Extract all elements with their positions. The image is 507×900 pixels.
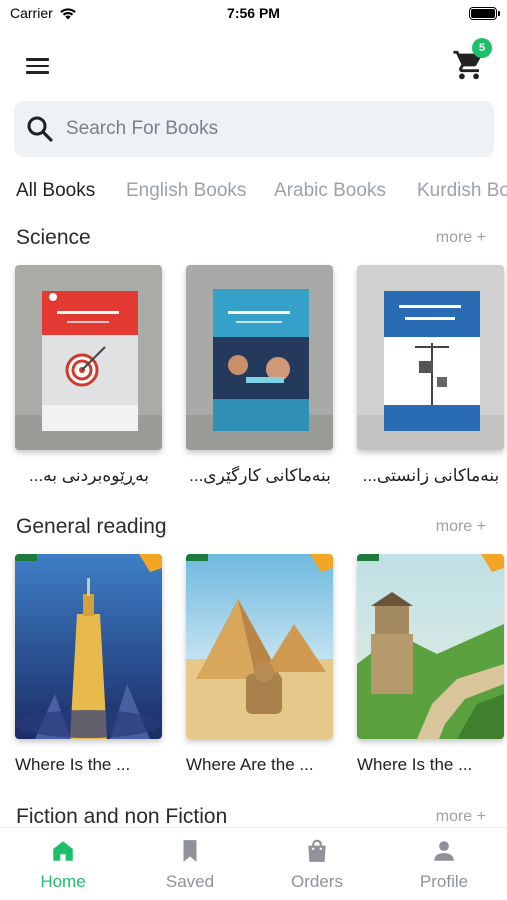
search-icon	[27, 116, 53, 142]
search-input[interactable]	[66, 113, 476, 145]
section-header-general-reading: General reading more +	[0, 515, 507, 545]
status-bar: Carrier 7:56 PM	[0, 0, 507, 30]
nav-profile[interactable]: Profile	[381, 828, 507, 900]
book-cover	[186, 265, 333, 450]
nav-label: Home	[40, 872, 86, 891]
bookmark-icon	[183, 840, 197, 862]
nav-label: Profile	[419, 872, 469, 891]
category-tabs: All Books English Books Arabic Books Kur…	[0, 177, 507, 209]
nav-label: Saved	[165, 872, 215, 891]
menu-icon[interactable]	[26, 54, 52, 76]
book-card[interactable]: Where Is the ...	[357, 554, 505, 775]
book-cover	[186, 554, 333, 739]
section-title: Science	[16, 226, 91, 249]
tab-english-books[interactable]: English Books	[126, 180, 246, 202]
tab-kurdish-books[interactable]: Kurdish Books	[417, 180, 507, 202]
book-title: بنەماکانی کارگێری...	[189, 466, 331, 485]
book-cover	[357, 265, 504, 450]
book-card[interactable]: بنەماکانی کارگێری...	[186, 265, 334, 486]
book-title: Where Are the ...	[186, 755, 314, 774]
more-button[interactable]: more +	[436, 518, 486, 536]
person-icon	[434, 841, 454, 861]
nav-saved[interactable]: Saved	[127, 828, 253, 900]
top-bar	[0, 42, 507, 88]
book-title: Where Is the ...	[15, 755, 131, 774]
book-card[interactable]: Where Are the ...	[186, 554, 334, 775]
tab-arabic-books[interactable]: Arabic Books	[274, 180, 386, 202]
search-bar[interactable]	[14, 101, 494, 157]
section-title: Fiction and non Fiction	[16, 805, 228, 828]
tab-all-books[interactable]: All Books	[16, 180, 95, 202]
nav-orders[interactable]: Orders	[254, 828, 380, 900]
book-title: بەڕێوەبردنی بە...	[29, 466, 149, 485]
bottom-navigation: Home Saved Orders Profile	[0, 827, 507, 900]
book-cover	[357, 554, 504, 739]
more-button[interactable]: more +	[436, 229, 486, 247]
book-title: بنەماکانی زانستی...	[362, 466, 500, 485]
book-row-general-reading: Where Is the ... Where Are the ... Where…	[0, 554, 507, 784]
book-card[interactable]: بنەماکانی زانستی...	[357, 265, 505, 486]
more-button[interactable]: more +	[436, 808, 486, 826]
book-card[interactable]: Where Is the ...	[15, 554, 163, 775]
nav-home[interactable]: Home	[0, 828, 126, 900]
battery-icon	[469, 7, 500, 20]
shopping-bag-icon	[308, 839, 326, 862]
book-row-science: بەڕێوەبردنی بە... بنەماکانی کارگێری... ب…	[0, 265, 507, 495]
book-cover	[15, 265, 162, 450]
home-icon	[53, 841, 73, 861]
cart-count-badge: 5	[472, 38, 492, 58]
book-title: Where Is the ...	[357, 755, 473, 774]
book-cover	[15, 554, 162, 739]
section-header-science: Science more +	[0, 226, 507, 256]
section-title: General reading	[16, 515, 167, 538]
book-card[interactable]: بەڕێوەبردنی بە...	[15, 265, 163, 486]
nav-label: Orders	[291, 872, 343, 891]
clock: 7:56 PM	[227, 5, 280, 21]
